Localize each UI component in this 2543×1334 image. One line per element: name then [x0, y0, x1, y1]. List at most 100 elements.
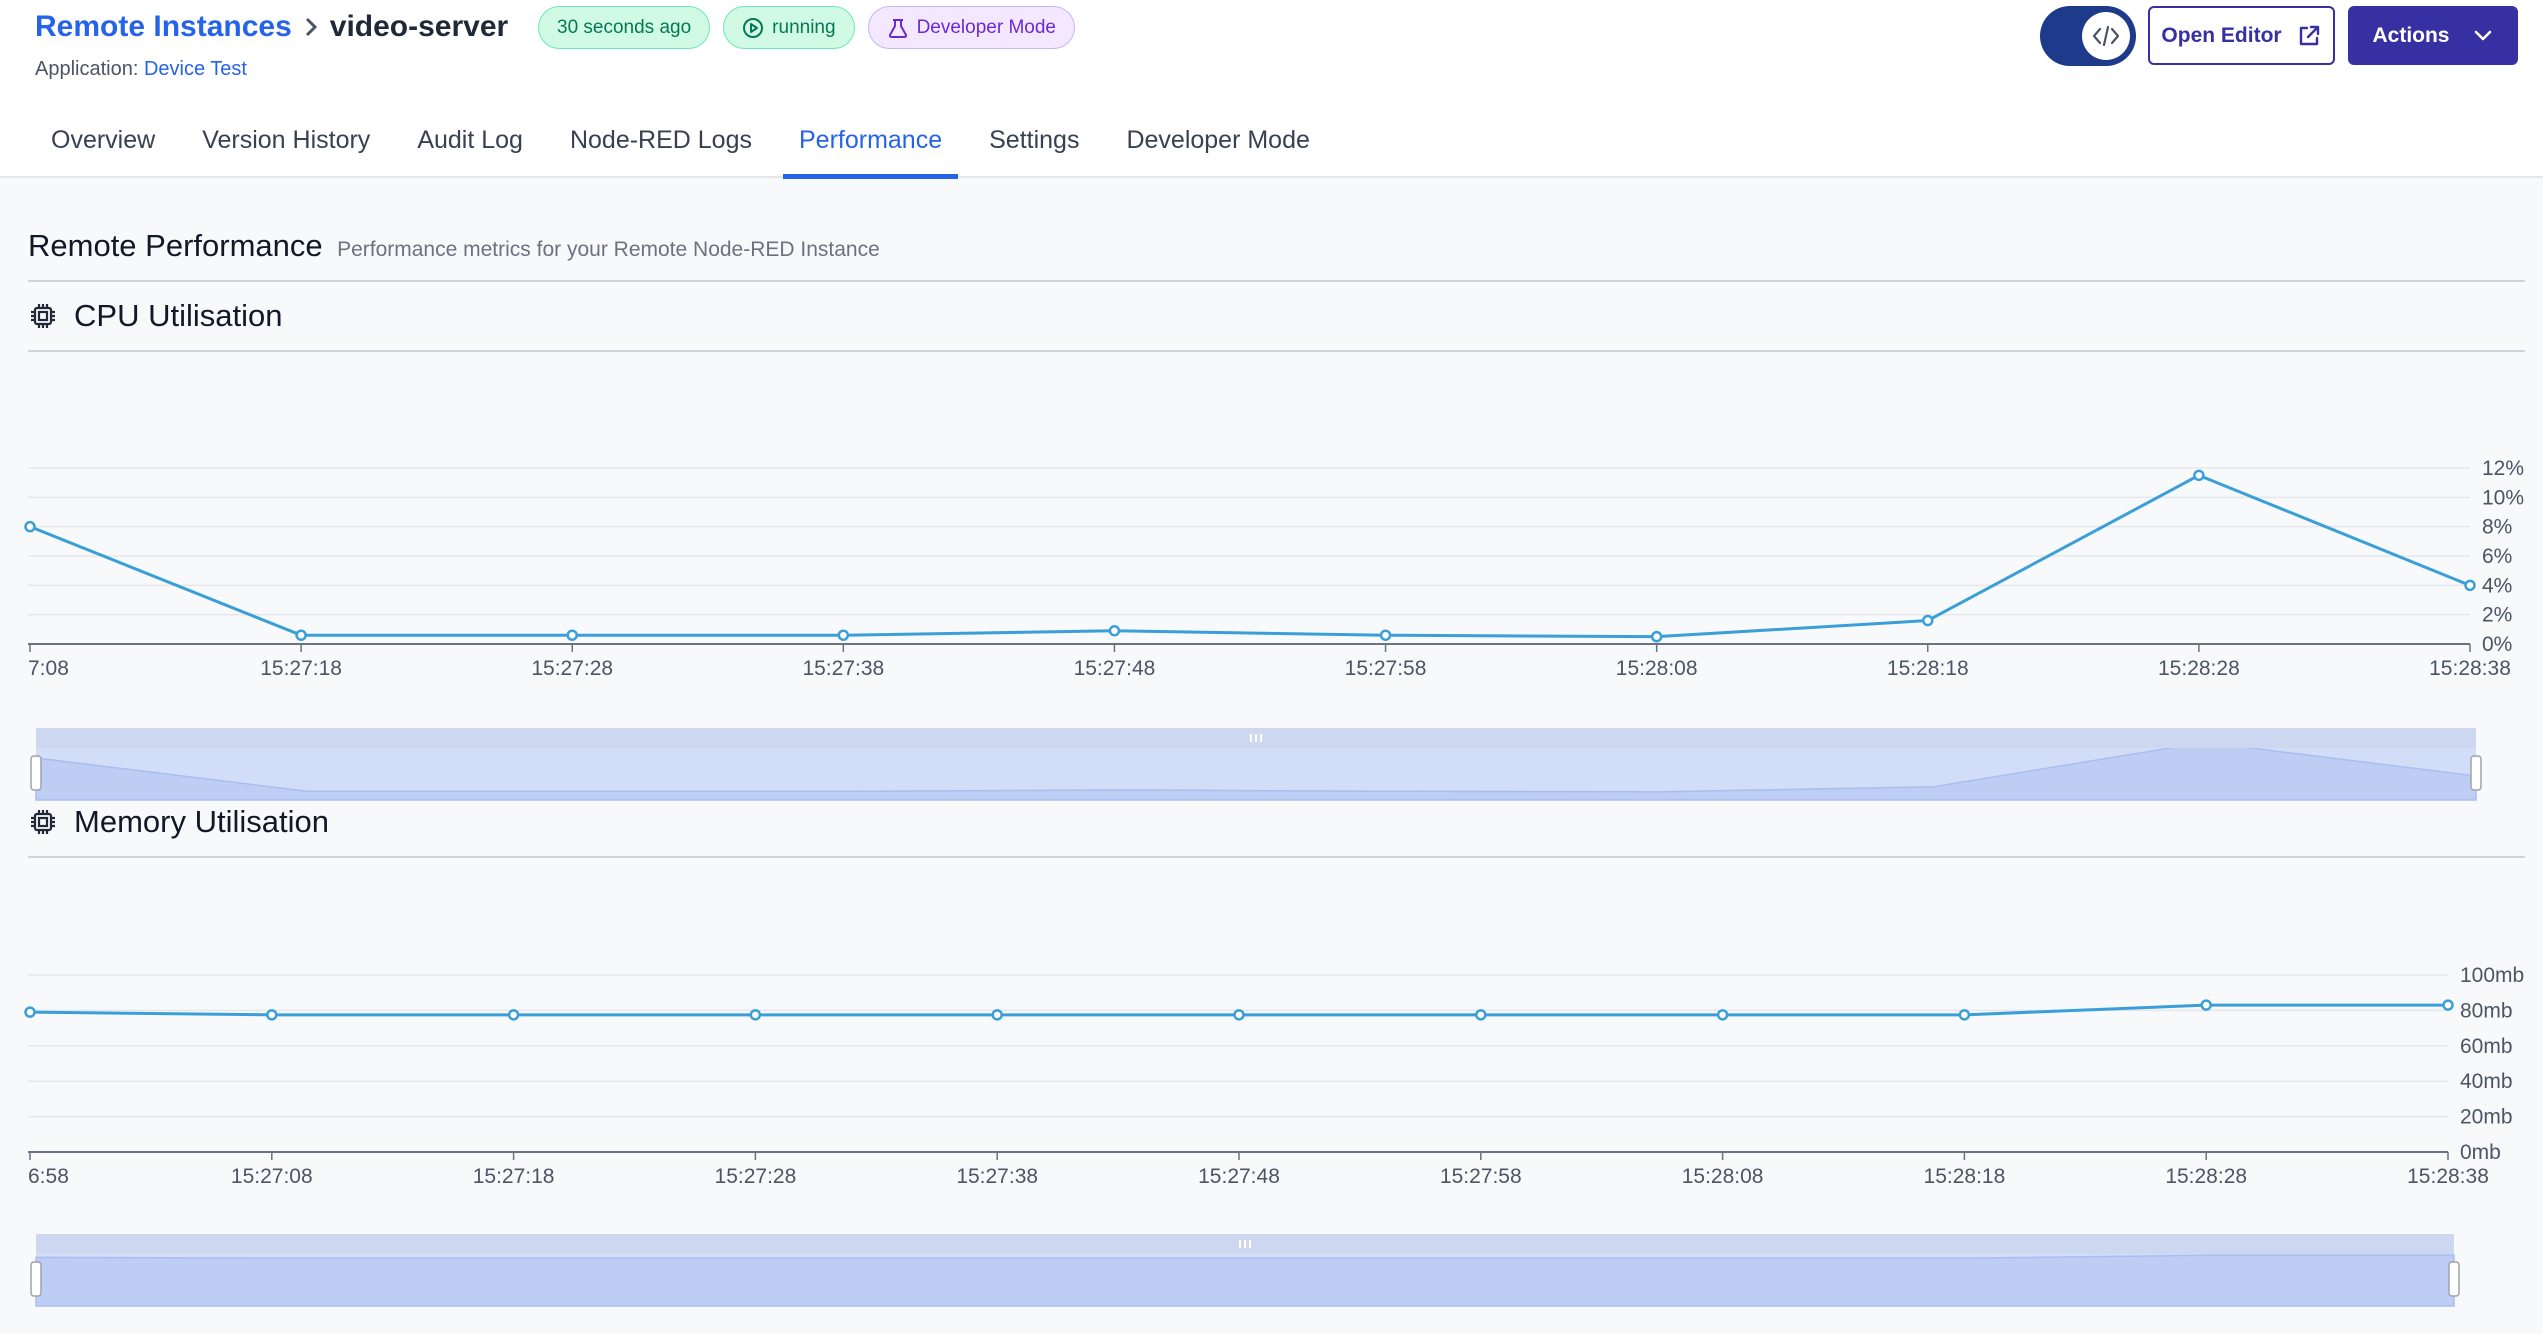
chevron-right-icon [302, 15, 320, 39]
tab-node-red-logs[interactable]: Node-RED Logs [554, 110, 768, 178]
application-line: Application: Device Test [35, 58, 247, 81]
x-tick-label: 15:28:08 [1682, 1165, 1764, 1188]
application-link[interactable]: Device Test [144, 58, 247, 80]
chevron-down-icon [2474, 30, 2491, 40]
cpu-utilisation-chart: 0% 2% 4% 6% 8% 10% 12% 7:08 15:27:18 15:27:28 15:2… [24, 457, 2524, 801]
x-tick-label: 15:27:48 [1198, 1165, 1280, 1188]
data-point [2200, 999, 2212, 1011]
code-bracket-icon [2092, 25, 2120, 47]
x-tick-label: 15:28:38 [2407, 1165, 2489, 1188]
x-tick-label: 7:08 [28, 657, 69, 680]
actions-dropdown-button[interactable]: Actions [2348, 6, 2518, 65]
tab-overview[interactable]: Overview [35, 110, 171, 178]
data-point [2442, 999, 2454, 1011]
instance-tabs: Overview Version History Audit Log Node-… [35, 110, 1341, 179]
breadcrumb-current: video-server [329, 10, 509, 43]
tab-developer-mode[interactable]: Developer Mode [1110, 110, 1325, 178]
section-title: Remote Performance [28, 228, 323, 263]
tab-performance[interactable]: Performance [782, 110, 959, 179]
data-point [24, 520, 36, 533]
x-tick-label: 15:28:08 [1616, 657, 1698, 680]
cpu-chip-icon [31, 304, 55, 328]
y-tick-label: 4% [2482, 574, 2512, 597]
data-point [1958, 1009, 1971, 1021]
data-point [1716, 1009, 1729, 1021]
actions-label: Actions [2372, 23, 2450, 47]
y-tick-label: 6% [2482, 545, 2512, 568]
memory-chart-title: Memory Utilisation [74, 804, 329, 839]
x-tick-label: 15:27:28 [715, 1165, 797, 1188]
data-point [1475, 1009, 1487, 1021]
application-label: Application: [35, 58, 139, 80]
external-link-icon [2299, 25, 2319, 45]
zoom-range-handle[interactable] [2470, 755, 2482, 791]
x-tick-label: 15:28:18 [1887, 657, 1969, 680]
y-tick-label: 10% [2482, 486, 2524, 509]
developer-mode-toggle[interactable] [2040, 6, 2136, 66]
x-tick-label: 15:28:28 [2158, 657, 2240, 680]
data-point [749, 1009, 762, 1021]
running-status-text: running [772, 16, 836, 38]
performance-section-header: Remote Performance Performance metrics f… [28, 228, 2525, 282]
x-tick-label: 6:58 [28, 1165, 69, 1188]
data-point [266, 1009, 278, 1021]
zoom-range-handle[interactable] [30, 1261, 42, 1297]
x-tick-label: 15:27:58 [1345, 657, 1427, 680]
developer-mode-text: Developer Mode [916, 16, 1056, 38]
section-description: Performance metrics for your Remote Node… [337, 238, 880, 261]
x-tick-label: 15:27:18 [260, 657, 342, 680]
breadcrumb: Remote Instances video-server [35, 10, 508, 44]
data-point [1108, 625, 1121, 637]
y-tick-label: 2% [2482, 604, 2512, 627]
last-seen-badge: 30 seconds ago [538, 6, 711, 49]
cpu-chip-icon [31, 810, 55, 834]
status-badges: 30 seconds ago running Developer Mode [538, 6, 1075, 49]
zoom-range-handle[interactable] [2448, 1261, 2460, 1297]
x-tick-label: 15:28:38 [2429, 657, 2511, 680]
data-point [1379, 629, 1392, 641]
data-point [2464, 579, 2476, 592]
y-tick-label: 0mb [2460, 1141, 2501, 1164]
data-point [566, 629, 578, 641]
tab-settings[interactable]: Settings [973, 110, 1095, 178]
y-tick-label: 20mb [2460, 1106, 2513, 1129]
cpu-chart-title: CPU Utilisation [74, 298, 283, 333]
y-tick-label: 0% [2482, 633, 2512, 656]
data-point [1922, 614, 1934, 627]
open-editor-label: Open Editor [2161, 23, 2282, 47]
y-tick-label: 8% [2482, 516, 2512, 539]
data-point [1233, 1009, 1245, 1021]
y-tick-label: 100mb [2460, 964, 2524, 987]
data-point [1650, 630, 1663, 643]
memory-utilisation-chart: 0mb 20mb 40mb 60mb 80mb 100mb 6:58 15:27:08 15:2… [24, 964, 2524, 1307]
data-point [295, 629, 307, 641]
zoom-range-handle[interactable] [30, 755, 42, 791]
x-tick-label: 15:27:38 [956, 1165, 1038, 1188]
breadcrumb-remote-instances-link[interactable]: Remote Instances [35, 10, 292, 44]
toggle-knob [2082, 12, 2130, 60]
memory-chart-header: Memory Utilisation [28, 788, 2525, 858]
y-tick-label: 60mb [2460, 1035, 2513, 1058]
y-tick-label: 12% [2482, 457, 2524, 480]
play-circle-icon [743, 17, 764, 38]
x-tick-label: 15:27:58 [1440, 1165, 1522, 1188]
data-point [837, 629, 850, 641]
tab-version-history[interactable]: Version History [186, 110, 386, 178]
developer-mode-badge: Developer Mode [867, 6, 1075, 49]
open-editor-button[interactable]: Open Editor [2148, 6, 2335, 65]
data-point [991, 1009, 1003, 1021]
x-tick-label: 15:27:08 [231, 1165, 313, 1188]
x-tick-label: 15:27:48 [1074, 657, 1156, 680]
tab-audit-log[interactable]: Audit Log [401, 110, 539, 178]
y-tick-label: 40mb [2460, 1070, 2513, 1093]
data-point [2193, 469, 2205, 482]
data-point [507, 1009, 520, 1021]
last-seen-text: 30 seconds ago [557, 16, 692, 38]
data-point [24, 1006, 36, 1018]
x-tick-label: 15:28:28 [2165, 1165, 2247, 1188]
cpu-chart-header: CPU Utilisation [28, 282, 2525, 352]
x-tick-label: 15:28:18 [1924, 1165, 2006, 1188]
x-tick-label: 15:27:28 [531, 657, 613, 680]
x-tick-label: 15:27:38 [802, 657, 884, 680]
beaker-icon [888, 18, 907, 38]
